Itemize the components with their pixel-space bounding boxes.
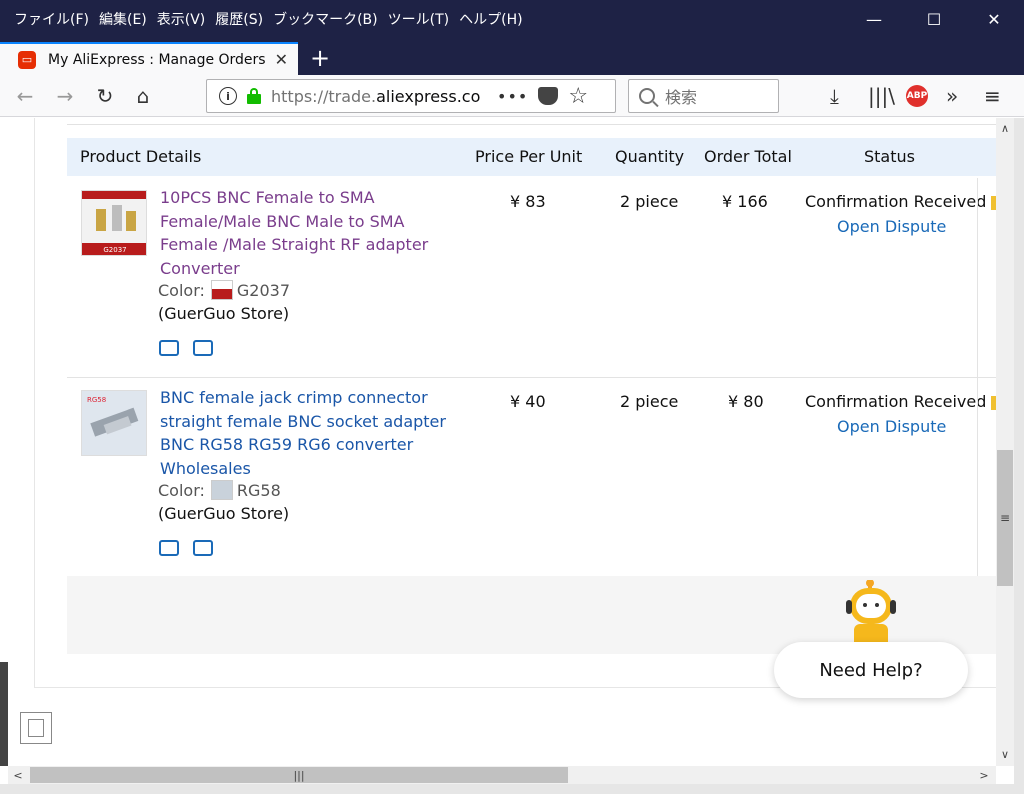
open-dispute-link[interactable]: Open Dispute (837, 417, 946, 436)
adblock-icon[interactable]: ABP (906, 81, 928, 111)
tab-close-icon[interactable]: ✕ (275, 50, 288, 69)
color-value: G2037 (236, 280, 291, 300)
overflow-chevron-icon[interactable]: » (946, 81, 958, 111)
menu-history[interactable]: 履歴(S) (215, 9, 263, 29)
unit-price: ¥ 83 (510, 192, 546, 211)
nav-bar: ← → ↻ ⌂ i https://trade.aliexpress.co ••… (0, 75, 1024, 117)
order-status: Confirmation Received (805, 192, 987, 211)
order-actions (159, 340, 213, 356)
order-actions (159, 540, 213, 556)
forward-icon[interactable]: → (50, 81, 80, 111)
menu-view[interactable]: 表示(V) (157, 9, 206, 29)
help-robot-icon[interactable] (842, 579, 900, 650)
truck-icon[interactable] (159, 540, 179, 556)
color-swatch (210, 480, 233, 500)
order-row: G2037 10PCS BNC Female to SMA Female/Mal… (67, 178, 996, 378)
search-icon (639, 88, 655, 104)
back-icon[interactable]: ← (10, 81, 40, 111)
open-dispute-link[interactable]: Open Dispute (837, 217, 946, 236)
order-status: Confirmation Received (805, 392, 987, 411)
reload-icon[interactable]: ↻ (90, 81, 120, 111)
search-bar[interactable]: 検索 (628, 79, 779, 113)
product-thumbnail[interactable]: RG58 (81, 390, 147, 456)
need-help-button[interactable]: Need Help? (774, 642, 968, 698)
aliexpress-icon: ▭ (18, 50, 36, 69)
product-title-link[interactable]: 10PCS BNC Female to SMA Female/Male BNC … (160, 186, 450, 280)
menu-file[interactable]: ファイル(F) (14, 9, 89, 29)
store-name[interactable]: (GuerGuo Store) (158, 304, 289, 323)
header-product: Product Details (80, 147, 202, 166)
hamburger-menu-icon[interactable]: ≡ (984, 81, 1001, 111)
thumb-caption: G2037 (103, 246, 126, 254)
browser-window: ファイル(F) 編集(E) 表示(V) 履歴(S) ブックマーク(B) ツール(… (0, 0, 1024, 794)
downloads-icon[interactable]: ⤓ (830, 81, 839, 111)
unit-price: ¥ 40 (510, 392, 546, 411)
column-divider (977, 378, 978, 577)
page-content: Product Details Price Per Unit Quantity … (0, 118, 996, 766)
new-tab-button[interactable]: + (306, 44, 334, 72)
store-name[interactable]: (GuerGuo Store) (158, 504, 289, 523)
tab-title: My AliExpress : Manage Orders (48, 51, 266, 68)
order-row: RG58 BNC female jack crimp connector str… (67, 378, 996, 578)
home-icon[interactable]: ⌂ (128, 81, 158, 111)
quantity: 2 piece (620, 392, 679, 411)
thumb-caption: RG58 (87, 396, 106, 404)
divider (67, 124, 996, 125)
menu-bar: ファイル(F) 編集(E) 表示(V) 履歴(S) ブックマーク(B) ツール(… (0, 0, 1024, 38)
bookmark-star-icon[interactable]: ☆ (568, 84, 588, 109)
close-window-button[interactable]: ✕ (964, 0, 1024, 38)
column-divider (977, 178, 978, 377)
scroll-down-icon[interactable]: ∨ (996, 744, 1014, 764)
menu-tools[interactable]: ツール(T) (388, 9, 449, 29)
orders-table-header: Product Details Price Per Unit Quantity … (67, 138, 996, 176)
header-quantity: Quantity (615, 147, 685, 166)
library-icon[interactable]: |||\ (868, 81, 895, 111)
vertical-scrollbar[interactable]: ∧ ≡ ∨ (996, 118, 1014, 766)
lock-icon[interactable] (247, 88, 261, 104)
page-actions-icon[interactable]: ••• (497, 87, 528, 106)
scroll-up-icon[interactable]: ∧ (996, 118, 1014, 138)
minimize-button[interactable]: — (844, 0, 904, 38)
product-color: Color: G2037 (158, 280, 290, 300)
product-title-link[interactable]: BNC female jack crimp connector straight… (160, 386, 450, 480)
color-value: RG58 (236, 480, 281, 500)
url-bar[interactable]: i https://trade.aliexpress.co ••• ☆ (206, 79, 616, 113)
url-text[interactable]: https://trade.aliexpress.co (271, 87, 483, 106)
scroll-left-icon[interactable]: < (8, 766, 28, 784)
window-frame (0, 784, 1024, 794)
product-color: Color: RG58 (158, 480, 281, 500)
broken-image-icon (20, 712, 52, 744)
menu-help[interactable]: ヘルプ(H) (459, 9, 522, 29)
pocket-icon[interactable] (538, 87, 559, 105)
tab-strip: ▭ My AliExpress : Manage Orders ✕ + (0, 38, 1024, 75)
scroll-right-icon[interactable]: > (974, 766, 994, 784)
return-icon[interactable] (193, 340, 213, 356)
product-thumbnail[interactable]: G2037 (81, 190, 147, 256)
info-icon[interactable]: i (219, 87, 237, 105)
header-status: Status (864, 147, 915, 166)
horizontal-scroll-thumb[interactable]: ||| (30, 767, 568, 783)
header-total: Order Total (704, 147, 792, 166)
tab-manage-orders[interactable]: ▭ My AliExpress : Manage Orders ✕ (0, 42, 298, 75)
side-edge (0, 662, 8, 766)
window-frame (1014, 118, 1024, 794)
color-swatch (210, 280, 233, 300)
order-total: ¥ 166 (722, 192, 768, 211)
header-price: Price Per Unit (475, 147, 583, 166)
color-label: Color: (158, 480, 205, 500)
window-controls: — ☐ ✕ (844, 0, 1024, 38)
maximize-button[interactable]: ☐ (904, 0, 964, 38)
menu-bookmarks[interactable]: ブックマーク(B) (273, 9, 378, 29)
menu-edit[interactable]: 編集(E) (99, 9, 147, 29)
quantity: 2 piece (620, 192, 679, 211)
order-total: ¥ 80 (728, 392, 764, 411)
horizontal-scrollbar[interactable]: < ||| > (8, 766, 996, 784)
color-label: Color: (158, 280, 205, 300)
search-placeholder: 検索 (665, 88, 698, 107)
return-icon[interactable] (193, 540, 213, 556)
truck-icon[interactable] (159, 340, 179, 356)
vertical-scroll-thumb[interactable]: ≡ (997, 450, 1013, 586)
